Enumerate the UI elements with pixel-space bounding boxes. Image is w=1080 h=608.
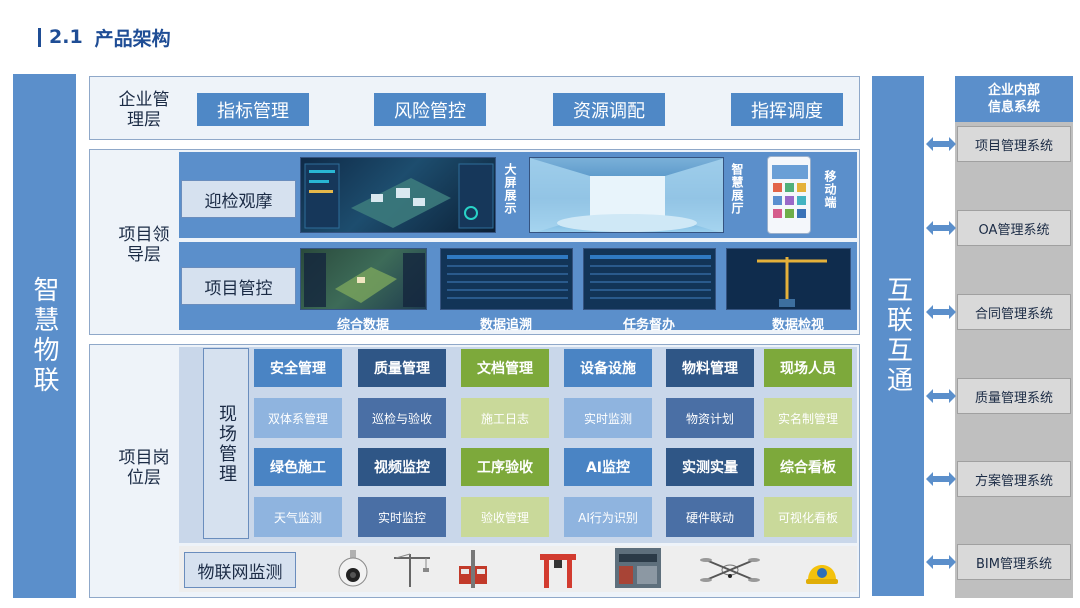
smart-showroom-image (529, 157, 724, 233)
system-scheme-management[interactable]: 方案管理系统 (957, 461, 1071, 497)
module-safety-management[interactable]: 安全管理 (254, 349, 342, 387)
module-green-construction[interactable]: 绿色施工 (254, 448, 342, 486)
double-arrow-icon (926, 472, 956, 486)
layer-label-post: 项目岗位层 (118, 448, 170, 488)
section-number: 2.1 (49, 26, 83, 48)
internal-systems-title: 企业内部信息系统 (987, 83, 1040, 115)
drone-icon (700, 558, 760, 582)
helmet-icon (806, 565, 838, 584)
system-oa-management[interactable]: OA管理系统 (957, 210, 1071, 246)
gantry-crane-icon (540, 554, 576, 588)
module-video-monitoring[interactable]: 视频监控 (358, 448, 446, 486)
module-comprehensive-dashboard[interactable]: 综合看板 (764, 448, 852, 486)
sub-acceptance-management[interactable]: 验收管理 (461, 497, 549, 537)
task-supervision-label: 任务督办 (622, 318, 675, 333)
camera-icon (338, 550, 368, 587)
smart-showroom-label: 智慧展厅 (730, 163, 744, 215)
big-screen-image (300, 157, 496, 233)
iot-monitoring-button[interactable]: 物联网监测 (184, 552, 296, 588)
site-photo-icon (615, 548, 661, 588)
project-control-button[interactable]: 项目管控 (181, 267, 296, 305)
sub-ai-behavior-recognition[interactable]: AI行为识别 (564, 497, 652, 537)
module-quality-management[interactable]: 质量管理 (358, 349, 446, 387)
internal-systems-header: 企业内部信息系统 (955, 76, 1073, 122)
data-review-screen (726, 248, 851, 310)
layer-label-leadership: 项目领导层 (118, 225, 170, 265)
tower-crane-icon (394, 553, 430, 587)
module-ai-monitoring[interactable]: AI监控 (564, 448, 652, 486)
data-review-label: 数据检视 (771, 318, 824, 333)
sub-visual-dashboard[interactable]: 可视化看板 (764, 497, 852, 537)
module-material-management[interactable]: 物料管理 (666, 349, 754, 387)
system-bim-management[interactable]: BIM管理系统 (957, 544, 1071, 580)
layer-label-enterprise: 企业管理层 (118, 90, 170, 130)
inspection-visit-button[interactable]: 迎检观摩 (181, 180, 296, 218)
interconnect-bar: 互联互通 (872, 76, 924, 596)
page-title: 2.1 产品架构 (38, 24, 171, 50)
title-bar-marker (38, 27, 41, 47)
sub-hardware-linkage[interactable]: 硬件联动 (666, 497, 754, 537)
hoist-icon (459, 550, 487, 588)
sub-construction-log[interactable]: 施工日志 (461, 398, 549, 438)
double-arrow-icon (926, 555, 956, 569)
sub-inspection-acceptance[interactable]: 巡检与验收 (358, 398, 446, 438)
sub-weather-monitoring[interactable]: 天气监测 (254, 497, 342, 537)
data-trace-screen (440, 248, 573, 310)
double-arrow-icon (926, 389, 956, 403)
section-title: 产品架构 (94, 27, 171, 50)
big-screen-label: 大屏展示 (503, 163, 517, 215)
sub-real-name-management[interactable]: 实名制管理 (764, 398, 852, 438)
mobile-label: 移动端 (823, 170, 837, 209)
indicator-management-button[interactable]: 指标管理 (197, 93, 309, 126)
system-quality-management[interactable]: 质量管理系统 (957, 378, 1071, 414)
system-contract-management[interactable]: 合同管理系统 (957, 294, 1071, 330)
sub-dual-system-management[interactable]: 双体系管理 (254, 398, 342, 438)
task-supervision-screen (583, 248, 716, 310)
smart-iot-bar: 智慧物联 (13, 74, 76, 598)
double-arrow-icon (926, 221, 956, 235)
module-site-personnel[interactable]: 现场人员 (764, 349, 852, 387)
data-trace-label: 数据追溯 (479, 318, 532, 333)
risk-control-button[interactable]: 风险管控 (374, 93, 486, 126)
double-arrow-icon (926, 137, 956, 151)
comprehensive-data-screen (300, 248, 427, 310)
sub-material-plan[interactable]: 物资计划 (666, 398, 754, 438)
field-management-label: 现场管理 (203, 348, 249, 539)
sub-live-monitoring[interactable]: 实时监控 (358, 497, 446, 537)
comprehensive-data-label: 综合数据 (336, 318, 389, 333)
command-dispatch-button[interactable]: 指挥调度 (731, 93, 843, 126)
double-arrow-icon (926, 305, 956, 319)
sub-real-time-monitoring[interactable]: 实时监测 (564, 398, 652, 438)
module-document-management[interactable]: 文档管理 (461, 349, 549, 387)
mobile-app-image (767, 156, 811, 234)
resource-allocation-button[interactable]: 资源调配 (553, 93, 665, 126)
module-equipment-facilities[interactable]: 设备设施 (564, 349, 652, 387)
module-process-acceptance[interactable]: 工序验收 (461, 448, 549, 486)
module-actual-measurement[interactable]: 实测实量 (666, 448, 754, 486)
system-project-management[interactable]: 项目管理系统 (957, 126, 1071, 162)
